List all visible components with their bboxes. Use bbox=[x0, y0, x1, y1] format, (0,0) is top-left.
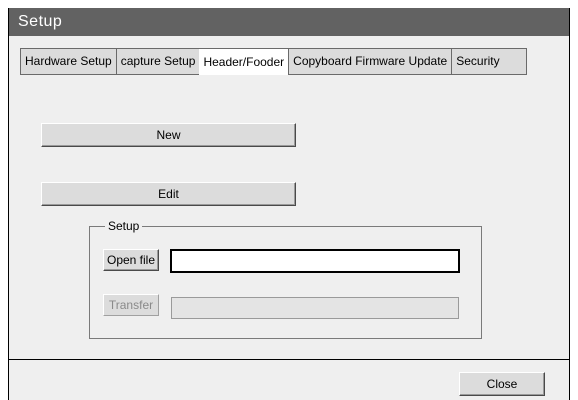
close-button[interactable]: Close bbox=[459, 372, 545, 396]
tab-copyboard-firmware-update[interactable]: Copyboard Firmware Update bbox=[288, 49, 452, 75]
new-button[interactable]: New bbox=[41, 123, 296, 147]
open-file-button[interactable]: Open file bbox=[103, 249, 159, 271]
tab-header-fooder[interactable]: Header/Fooder bbox=[199, 49, 289, 75]
setup-group-box bbox=[89, 226, 482, 339]
edit-button[interactable]: Edit bbox=[41, 182, 296, 206]
tab-hardware-setup[interactable]: Hardware Setup bbox=[21, 49, 116, 75]
transfer-button: Transfer bbox=[103, 294, 159, 316]
tab-bar: Hardware Setup capture Setup Header/Food… bbox=[20, 48, 527, 75]
title-bar[interactable]: Setup bbox=[9, 8, 569, 36]
transfer-field bbox=[171, 297, 459, 319]
window-title: Setup bbox=[18, 13, 63, 30]
setup-dialog: Setup Hardware Setup capture Setup Heade… bbox=[8, 8, 570, 400]
file-path-input[interactable] bbox=[170, 249, 460, 273]
setup-group-legend: Setup bbox=[105, 219, 143, 233]
footer-divider bbox=[9, 359, 569, 360]
tab-capture-setup[interactable]: capture Setup bbox=[115, 49, 200, 75]
tab-security[interactable]: Security bbox=[451, 49, 526, 75]
